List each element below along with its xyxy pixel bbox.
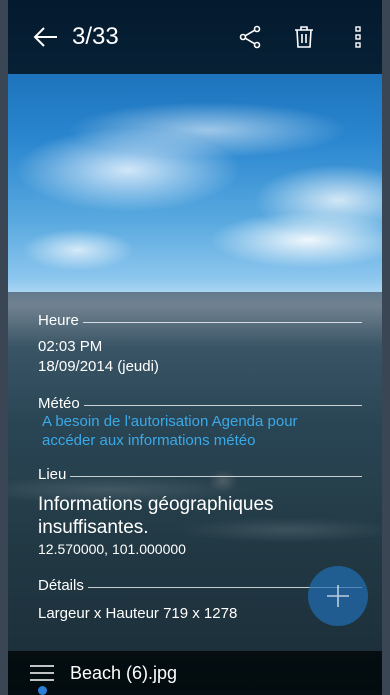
delete-button[interactable]	[282, 15, 326, 59]
location-label: Lieu	[38, 466, 67, 483]
date-value: 18/09/2014 (jeudi)	[38, 358, 159, 375]
divider	[82, 322, 362, 323]
time-value: 02:03 PM	[38, 338, 103, 355]
photo-viewer-screen: 3/33 Heure 02:03 PM 18/09/2014 (jeudi) M…	[0, 0, 390, 695]
weather-header: Météo	[38, 395, 362, 412]
weather-label: Météo	[38, 395, 80, 412]
divider	[83, 405, 362, 406]
weather-permission-link[interactable]: A besoin de l'autorisation Agenda pour a…	[42, 412, 342, 450]
more-options-button[interactable]	[336, 15, 380, 59]
weather-section: Météo A besoin de l'autorisation Agenda …	[38, 395, 382, 450]
time-section: Heure 02:03 PM 18/09/2014 (jeudi)	[38, 312, 382, 377]
back-arrow-icon	[33, 27, 57, 47]
share-icon	[239, 25, 261, 49]
time-label: Heure	[38, 312, 79, 329]
menu-button[interactable]	[22, 653, 62, 695]
top-actions	[218, 15, 380, 59]
location-header: Lieu	[38, 466, 362, 483]
menu-icon	[30, 665, 54, 681]
top-app-bar: 3/33	[8, 0, 382, 74]
bottom-bar: Beach (6).jpg	[8, 651, 382, 695]
time-header: Heure	[38, 312, 362, 329]
share-button[interactable]	[228, 15, 272, 59]
back-button[interactable]	[22, 14, 68, 60]
trash-icon	[295, 26, 313, 48]
file-name: Beach (6).jpg	[70, 662, 178, 683]
location-message: Informations géographiques insuffisantes…	[38, 494, 274, 538]
plus-icon	[327, 585, 349, 607]
divider	[70, 476, 362, 477]
location-coords: 12.570000, 101.000000	[38, 541, 186, 557]
photo-counter: 3/33	[72, 23, 119, 50]
more-vert-icon	[355, 26, 361, 48]
indicator-dot	[38, 686, 47, 695]
location-section: Lieu Informations géographiques insuffis…	[38, 466, 382, 559]
add-fab-button[interactable]	[308, 566, 368, 626]
details-label: Détails	[38, 577, 84, 594]
